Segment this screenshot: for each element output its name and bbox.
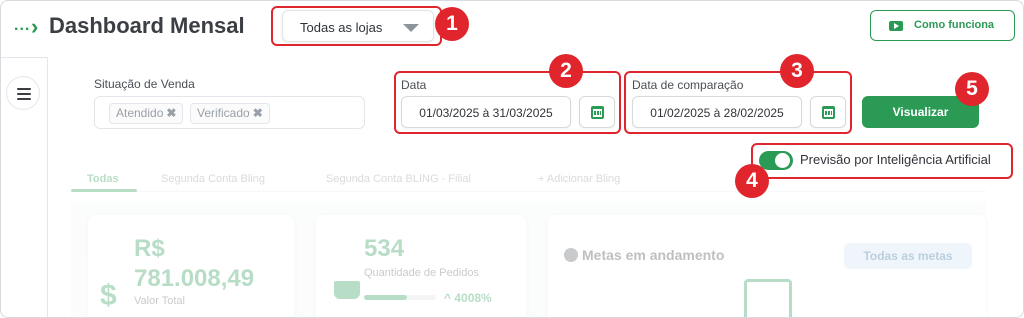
annotation-box-2 (394, 71, 621, 134)
annotation-badge-4: 4 (735, 164, 769, 198)
youtube-icon (889, 21, 903, 31)
all-goals-button[interactable]: Todas as metas (844, 243, 972, 269)
add-document-icon (744, 279, 792, 317)
annotation-box-3 (624, 71, 852, 134)
status-multiselect[interactable]: Atendido ✖ Verificado ✖ (94, 96, 365, 129)
tab-todas[interactable]: Todas (87, 173, 119, 185)
annotation-badge-1: 1 (435, 7, 469, 41)
cart-icon (334, 281, 360, 299)
annotation-badge-5: 5 (955, 72, 989, 106)
annotation-box-1 (271, 6, 442, 46)
active-tab-indicator (71, 189, 137, 192)
how-it-works-button[interactable]: Como funciona (870, 10, 1015, 41)
sidebar-divider (47, 57, 48, 317)
annotation-badge-2: 2 (549, 54, 583, 88)
status-chip-atendido[interactable]: Atendido ✖ (109, 103, 184, 124)
app-window: ... › Dashboard Mensal Todas as lojas Co… (0, 0, 1024, 318)
orders-change: ^ 4008% (444, 291, 492, 305)
goals-title: Metas em andamento (582, 247, 725, 263)
menu-icon[interactable] (6, 76, 40, 110)
orders-progress-fill (364, 295, 408, 300)
how-it-works-label: Como funciona (914, 19, 995, 31)
orders-value: 534 (364, 235, 405, 262)
page-title: Dashboard Mensal (49, 13, 245, 38)
revenue-currency: R$ (134, 235, 165, 262)
breadcrumb-ellipsis[interactable]: ... (14, 17, 30, 35)
revenue-card: R$ 781.008,49 Valor Total $ (87, 214, 295, 317)
tab-add-bling[interactable]: + Adicionar Bling (538, 173, 620, 185)
orders-card: 534 Quantidade de Pedidos ^ 4008% (315, 214, 527, 317)
annotation-box-4 (751, 143, 1013, 179)
close-icon[interactable]: ✖ (166, 106, 176, 120)
breadcrumb-chevron-icon: › (31, 14, 39, 39)
revenue-value: 781.008,49 (134, 265, 255, 292)
tabs-divider (71, 191, 986, 192)
revenue-label: Valor Total (134, 295, 185, 307)
status-label: Situação de Venda (94, 77, 195, 91)
orders-progress-track (364, 295, 436, 300)
dollar-icon: $ (100, 279, 117, 312)
orders-label: Quantidade de Pedidos (364, 267, 479, 279)
sidebar-top-border (1, 57, 48, 58)
tab-segunda-conta-filial[interactable]: Segunda Conta BLING - Filial (326, 173, 471, 185)
status-chip-verificado[interactable]: Verificado ✖ (190, 103, 270, 124)
annotation-badge-3: 3 (780, 54, 814, 88)
tab-segunda-conta-bling[interactable]: Segunda Conta Bling (161, 173, 265, 185)
info-icon (564, 248, 578, 262)
close-icon[interactable]: ✖ (253, 106, 263, 120)
